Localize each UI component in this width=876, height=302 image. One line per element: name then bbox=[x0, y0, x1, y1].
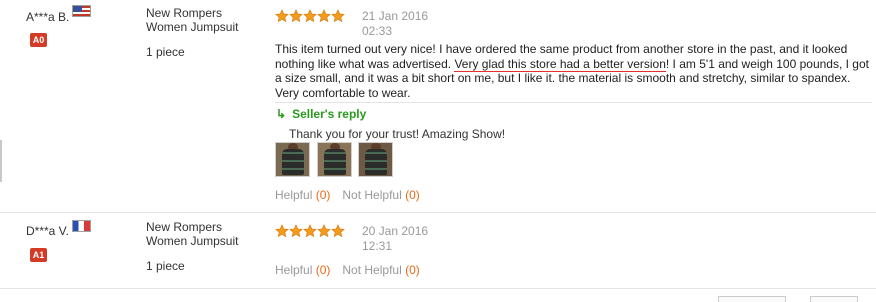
helpful-label: Helpful bbox=[275, 263, 313, 277]
review-item: A***a B. A0 New Rompers Women Jumpsuit F… bbox=[0, 0, 876, 212]
star-icon bbox=[289, 9, 303, 23]
helpful-button[interactable]: Helpful (0) bbox=[275, 188, 330, 202]
review-date: 21 Jan 2016 02:33 bbox=[362, 9, 428, 39]
not-helpful-label: Not Helpful bbox=[342, 263, 402, 277]
reply-arrow-icon: ↳ bbox=[276, 107, 287, 121]
helpful-count: (0) bbox=[315, 263, 331, 277]
star-icon bbox=[289, 224, 303, 238]
seller-reply-label: Seller's reply bbox=[292, 107, 367, 121]
star-icon bbox=[317, 224, 331, 238]
helpful-count: (0) bbox=[315, 188, 331, 202]
review-text: This item turned out very nice! I have o… bbox=[275, 42, 870, 100]
seller-reply-heading: ↳ Seller's reply bbox=[276, 107, 366, 121]
review-photo-thumbnail[interactable] bbox=[358, 142, 393, 177]
helpful-label: Helpful bbox=[275, 188, 313, 202]
review-divider bbox=[0, 288, 876, 289]
pagination-previous-button[interactable] bbox=[718, 296, 786, 302]
reply-divider bbox=[275, 102, 872, 103]
product-info: New Rompers Women Jumpsuit Floral 1 piec… bbox=[146, 6, 256, 59]
star-icon bbox=[303, 224, 317, 238]
review-photo-thumbnail[interactable] bbox=[317, 142, 352, 177]
vote-bar: Helpful (0) Not Helpful (0) bbox=[275, 188, 420, 202]
vote-bar: Helpful (0) Not Helpful (0) bbox=[275, 263, 420, 277]
product-quantity: 1 piece bbox=[146, 45, 185, 59]
rating-stars bbox=[275, 9, 345, 23]
not-helpful-button[interactable]: Not Helpful (0) bbox=[342, 188, 419, 202]
buyer-level-badge: A0 bbox=[30, 33, 47, 47]
review-photo-thumbnail[interactable] bbox=[275, 142, 310, 177]
not-helpful-count: (0) bbox=[405, 188, 420, 202]
seller-reply-text: Thank you for your trust! Amazing Show! bbox=[289, 127, 506, 141]
fr-flag-icon bbox=[72, 220, 91, 232]
product-name[interactable]: New Rompers Women Jumpsuit Floral bbox=[146, 220, 256, 249]
us-flag-icon bbox=[72, 5, 91, 17]
star-icon bbox=[331, 9, 345, 23]
buyer-name: D***a V. bbox=[26, 224, 69, 238]
not-helpful-count: (0) bbox=[405, 263, 420, 277]
review-date-day: 21 Jan 2016 bbox=[362, 9, 429, 23]
not-helpful-label: Not Helpful bbox=[342, 188, 402, 202]
product-name[interactable]: New Rompers Women Jumpsuit Floral bbox=[146, 6, 256, 35]
review-item: D***a V. A1 New Rompers Women Jumpsuit F… bbox=[0, 213, 876, 289]
helpful-button[interactable]: Helpful (0) bbox=[275, 263, 330, 277]
pagination-next-button[interactable] bbox=[810, 296, 858, 302]
review-date-day: 20 Jan 2016 bbox=[362, 224, 429, 238]
star-icon bbox=[317, 9, 331, 23]
star-icon bbox=[303, 9, 317, 23]
star-icon bbox=[331, 224, 345, 238]
star-icon bbox=[275, 224, 289, 238]
rating-stars bbox=[275, 224, 345, 238]
review-text-highlight: Very glad this store had a better versio… bbox=[454, 56, 666, 72]
product-info: New Rompers Women Jumpsuit Floral 1 piec… bbox=[146, 220, 256, 273]
star-icon bbox=[275, 9, 289, 23]
review-date-time: 12:31 bbox=[362, 239, 393, 253]
buyer-name: A***a B. bbox=[26, 10, 70, 24]
buyer-level-badge: A1 bbox=[30, 248, 47, 262]
not-helpful-button[interactable]: Not Helpful (0) bbox=[342, 263, 419, 277]
product-quantity: 1 piece bbox=[146, 259, 185, 273]
review-date-time: 02:33 bbox=[362, 24, 393, 38]
review-date: 20 Jan 2016 12:31 bbox=[362, 224, 428, 254]
